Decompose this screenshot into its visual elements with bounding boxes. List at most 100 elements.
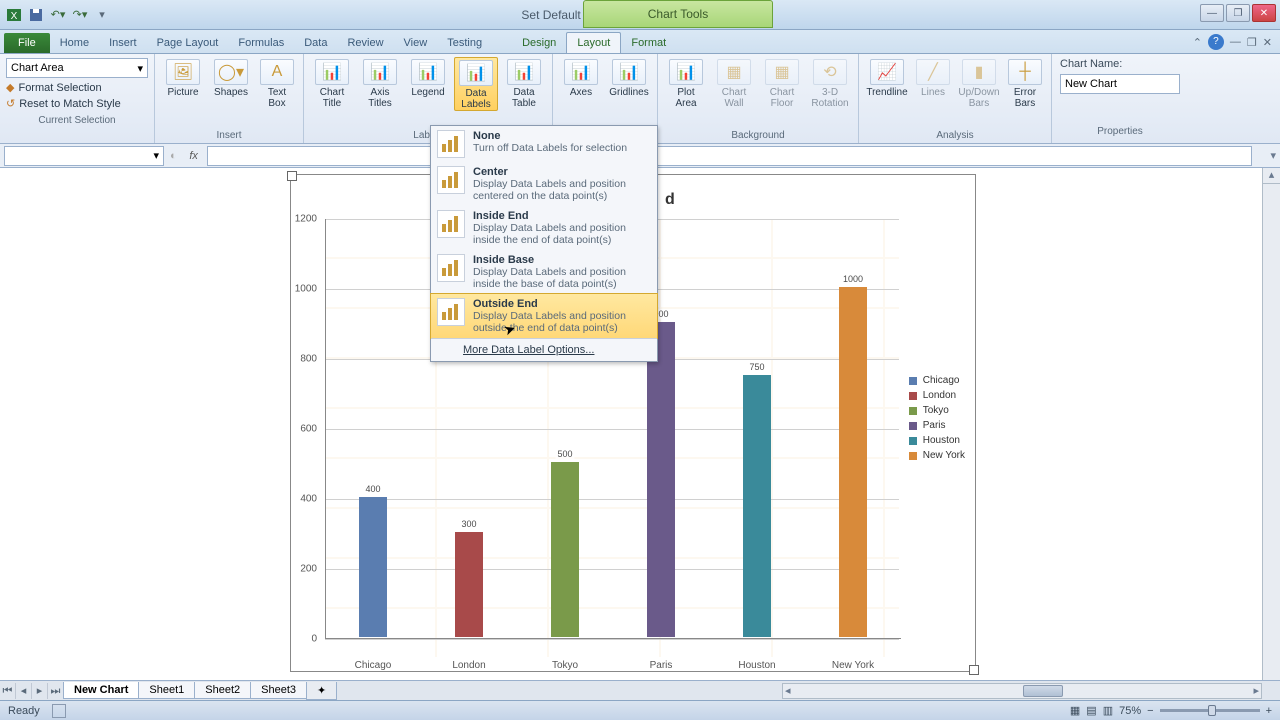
view-normal-icon[interactable]: ▦ [1070,704,1080,717]
data-label[interactable]: 300 [459,519,478,529]
data-table-button[interactable]: 📊Data Table [502,57,546,109]
close-button[interactable]: ✕ [1252,4,1276,22]
file-tab[interactable]: File [4,33,50,53]
chart-wall-button[interactable]: ▦Chart Wall [712,57,756,109]
group-insert: 🖼Picture ◯▾Shapes AText Box Insert [155,54,304,143]
data-label[interactable]: 1000 [841,274,865,284]
tab-home[interactable]: Home [50,33,99,53]
data-labels-button[interactable]: 📊Data Labels [454,57,498,111]
sheet-tab-sheet3[interactable]: Sheet3 [250,682,307,699]
dropdown-item-inside-end[interactable]: Inside EndDisplay Data Labels and positi… [431,206,657,250]
legend-item[interactable]: London [909,390,965,401]
tab-data[interactable]: Data [294,33,337,53]
nav-first-icon[interactable]: ⏮ [0,683,16,699]
data-label[interactable]: 750 [747,362,766,372]
tab-design[interactable]: Design [512,33,566,53]
nav-prev-icon[interactable]: ◂ [16,683,32,699]
nav-last-icon[interactable]: ⏭ [48,683,64,699]
chart-element-combo[interactable]: Chart Area▾ [6,58,148,78]
data-label[interactable]: 500 [555,449,574,459]
macro-record-icon[interactable] [52,704,66,718]
tab-layout[interactable]: Layout [566,32,621,53]
maximize-button[interactable]: ❐ [1226,4,1250,22]
format-selection[interactable]: ◆Format Selection [6,81,148,94]
help-icon[interactable]: ? [1208,34,1224,50]
bar-london[interactable] [455,532,483,637]
horizontal-scrollbar[interactable]: ◂▸ [782,683,1262,699]
gridlines-button[interactable]: 📊Gridlines [607,57,651,98]
dropdown-item-none[interactable]: NoneTurn off Data Labels for selection [431,126,657,162]
chart-title-button[interactable]: 📊Chart Title [310,57,354,109]
chart-floor-button[interactable]: ▦Chart Floor [760,57,804,109]
doc-restore-icon[interactable]: ❐ [1247,36,1257,49]
legend[interactable]: Chicago London Tokyo Paris Houston New York [909,375,965,465]
bar-tokyo[interactable] [551,462,579,637]
tab-insert[interactable]: Insert [99,33,147,53]
redo-icon[interactable]: ↷▾ [72,7,88,23]
axis-titles-button[interactable]: 📊Axis Titles [358,57,402,109]
lines-button[interactable]: ╱Lines [913,57,953,98]
updown-bars-button[interactable]: ▮Up/Down Bars [957,57,1001,109]
new-sheet-button[interactable]: ✦ [306,682,337,700]
bar-new york[interactable] [839,287,867,637]
legend-item[interactable]: Paris [909,420,965,431]
sheet-tab-newchart[interactable]: New Chart [63,682,139,699]
chart-name-input[interactable] [1060,74,1180,94]
dropdown-item-outside-end[interactable]: Outside EndDisplay Data Labels and posit… [430,293,658,339]
error-bars-button[interactable]: ┼Error Bars [1005,57,1045,109]
sheet-tab-sheet1[interactable]: Sheet1 [138,682,195,699]
axes-button[interactable]: 📊Axes [559,57,603,98]
sheet-tab-sheet2[interactable]: Sheet2 [194,682,251,699]
dropdown-item-center[interactable]: CenterDisplay Data Labels and position c… [431,162,657,206]
zoom-in-button[interactable]: + [1266,705,1272,717]
scroll-up-icon[interactable]: ▴ [1263,168,1280,184]
save-icon[interactable] [28,7,44,23]
more-data-label-options[interactable]: More Data Label Options... [431,338,657,361]
view-layout-icon[interactable]: ▤ [1086,704,1096,717]
legend-item[interactable]: Houston [909,435,965,446]
cancel-icon[interactable]: ◐ [170,150,177,162]
zoom-slider[interactable] [1160,709,1260,712]
tab-review[interactable]: Review [337,33,393,53]
status-ready: Ready [8,705,40,717]
nav-next-icon[interactable]: ▸ [32,683,48,699]
trendline-button[interactable]: 📈Trendline [865,57,909,98]
reset-style[interactable]: ↺Reset to Match Style [6,97,148,110]
tab-view[interactable]: View [394,33,438,53]
tab-format[interactable]: Format [621,33,676,53]
bar-chicago[interactable] [359,497,387,637]
vertical-scrollbar[interactable]: ▴ [1262,168,1280,680]
name-box[interactable]: ▾ [4,146,164,166]
minimize-ribbon-icon[interactable]: ⌃ [1193,36,1202,49]
tab-page-layout[interactable]: Page Layout [147,33,229,53]
tab-testing[interactable]: Testing [437,33,492,53]
undo-icon[interactable]: ↶▾ [50,7,66,23]
legend-label: Paris [923,420,946,431]
view-pagebreak-icon[interactable]: ▥ [1103,704,1113,717]
y-axis[interactable]: 020040060080010001200 [291,219,321,653]
formula-input[interactable] [207,146,1253,166]
legend-item[interactable]: Chicago [909,375,965,386]
legend-item[interactable]: New York [909,450,965,461]
qat-customize-icon[interactable]: ▾ [94,7,110,23]
3d-rotation-button[interactable]: ⟲3-D Rotation [808,57,852,109]
legend-item[interactable]: Tokyo [909,405,965,416]
zoom-out-button[interactable]: − [1147,705,1153,717]
dropdown-item-inside-base[interactable]: Inside BaseDisplay Data Labels and posit… [431,250,657,294]
expand-fbar-icon[interactable]: ▾ [1270,149,1276,162]
tab-formulas[interactable]: Formulas [228,33,294,53]
zoom-level[interactable]: 75% [1119,705,1141,717]
chart-title[interactable]: d [665,191,675,209]
bar-paris[interactable] [647,322,675,637]
textbox-button[interactable]: AText Box [257,57,297,109]
shapes-button[interactable]: ◯▾Shapes [209,57,253,98]
doc-minimize-icon[interactable]: — [1230,36,1241,48]
fx-icon[interactable]: fx [185,150,203,162]
bar-houston[interactable] [743,375,771,638]
minimize-button[interactable]: — [1200,4,1224,22]
plot-area-button[interactable]: 📊Plot Area [664,57,708,109]
picture-button[interactable]: 🖼Picture [161,57,205,98]
legend-button[interactable]: 📊Legend [406,57,450,98]
data-label[interactable]: 400 [363,484,382,494]
doc-close-icon[interactable]: ✕ [1263,36,1272,49]
